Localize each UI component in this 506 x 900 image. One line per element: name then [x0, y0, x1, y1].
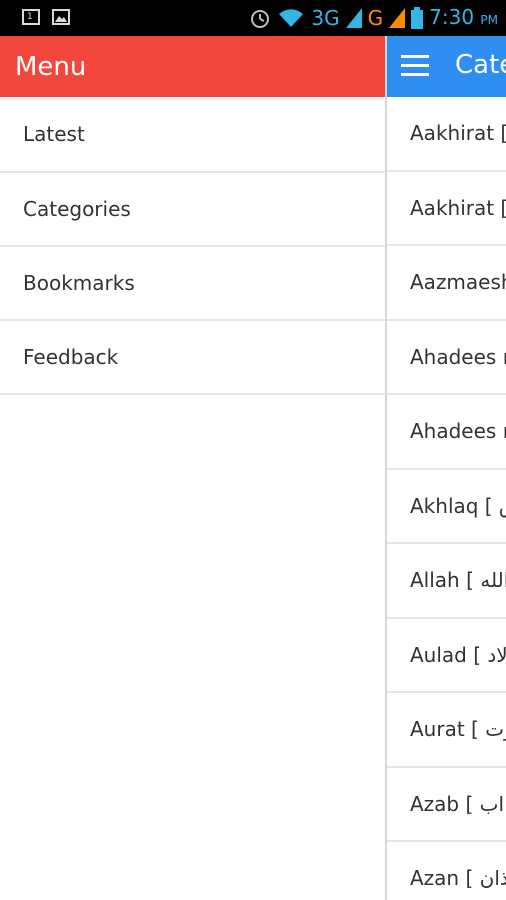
list-item-label: Aazmaesh: [410, 270, 506, 295]
list-item-label: Azan [ ذان: [410, 866, 506, 891]
drawer-title: Menu: [15, 51, 87, 82]
status-bar: 1 3G G 7:30 PM: [0, 0, 506, 36]
navigation-drawer: Menu Latest Categories Bookmarks Feedbac…: [0, 36, 386, 900]
battery-icon: [411, 7, 424, 29]
list-item[interactable]: Aazmaesh: [387, 246, 506, 321]
drawer-item-label: Latest: [23, 122, 85, 146]
list-item[interactable]: Azan [ ذان: [387, 842, 506, 900]
list-item[interactable]: Aakhirat [: [387, 172, 506, 246]
status-time: 7:30 PM: [429, 3, 498, 34]
notification-1-icon: 1: [22, 9, 40, 25]
list-item-label: Aulad [ لاد: [410, 642, 506, 667]
drawer-item-label: Categories: [23, 197, 131, 221]
drawer-item-bookmarks[interactable]: Bookmarks: [0, 247, 386, 321]
hamburger-menu-icon[interactable]: [401, 55, 429, 77]
list-item-label: Ahadees n: [410, 344, 506, 369]
drawer-item-label: Bookmarks: [23, 271, 135, 295]
drawer-menu-list: Latest Categories Bookmarks Feedback: [0, 97, 386, 395]
notification-number: 1: [27, 12, 33, 22]
list-item-label: Azab [ اب: [410, 791, 505, 816]
list-item-label: Ahadees n: [410, 419, 506, 444]
list-item-label: Aakhirat [: [410, 121, 506, 146]
app-bar: Categories: [387, 36, 506, 97]
list-item-label: Allah [ الله: [410, 568, 506, 593]
list-item[interactable]: Ahadees n: [387, 395, 506, 470]
drawer-item-feedback[interactable]: Feedback: [0, 321, 386, 395]
status-right-icons: 3G G 7:30 PM: [249, 4, 498, 32]
signal-strength-icon: [345, 8, 362, 28]
signal-strength-2-icon: [389, 8, 406, 28]
drawer-item-latest[interactable]: Latest: [0, 97, 386, 173]
list-item[interactable]: Aulad [ لاد: [387, 619, 506, 693]
drawer-item-categories[interactable]: Categories: [0, 173, 386, 247]
list-item[interactable]: Aakhirat [: [387, 97, 506, 172]
drawer-item-label: Feedback: [23, 345, 119, 369]
status-time-ampm: PM: [480, 12, 498, 27]
drawer-header: Menu: [0, 36, 386, 97]
category-list: Aakhirat [ Aakhirat [ Aazmaesh Ahadees n…: [387, 97, 506, 900]
network-g-label: G: [367, 6, 384, 30]
list-item[interactable]: Azab [ اب: [387, 768, 506, 842]
categories-screen: Categories Aakhirat [ Aakhirat [ Aazmaes…: [387, 36, 506, 900]
list-item[interactable]: Aurat [ رت: [387, 693, 506, 768]
status-left-icons: 1: [22, 9, 70, 25]
list-item-label: Akhlaq [ ق: [410, 493, 506, 518]
list-item[interactable]: Allah [ الله: [387, 544, 506, 619]
list-item[interactable]: Akhlaq [ ق: [387, 470, 506, 544]
list-item-label: Aakhirat [: [410, 195, 506, 220]
status-time-value: 7:30: [429, 4, 475, 29]
app-bar-title: Categories: [455, 50, 506, 80]
list-item[interactable]: Ahadees n: [387, 321, 506, 395]
network-3g-label: 3G: [311, 6, 340, 30]
alarm-clock-icon: [251, 10, 270, 28]
wifi-icon: [279, 9, 304, 27]
image-icon: [52, 9, 70, 25]
list-item-label: Aurat [ رت: [410, 717, 506, 742]
